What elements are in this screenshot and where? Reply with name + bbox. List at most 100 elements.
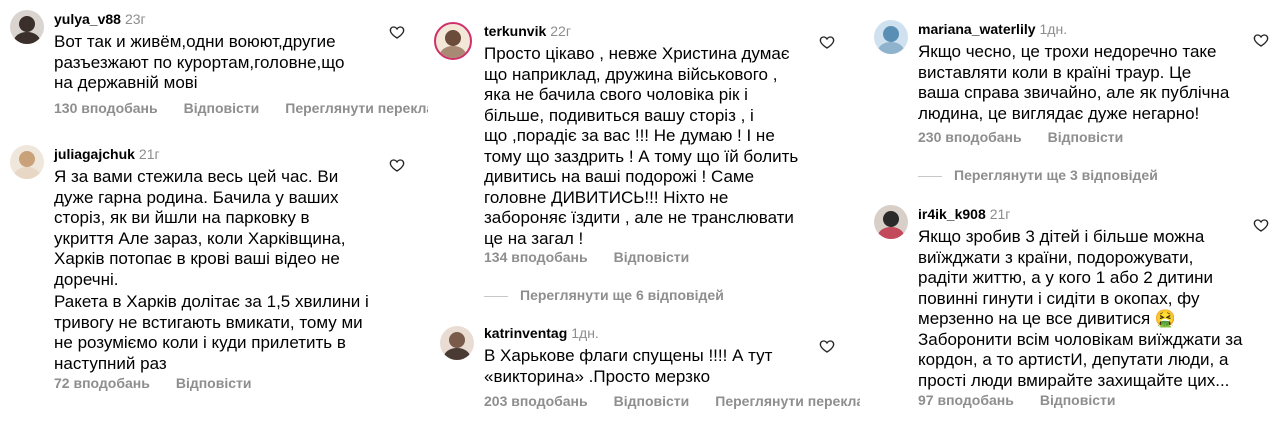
comment-line: прості люди вмирайте захищайте цих... — [918, 370, 1230, 390]
comment-line: виїжджати з країни, подорожувати, — [918, 247, 1194, 267]
comment-line: наступний раз — [54, 353, 167, 373]
comment-actions: 97 вподобань Відповісти — [918, 391, 1141, 409]
comment-text: В Харькове флаги спущены !!!! А тут «викт… — [484, 346, 772, 387]
view-replies-label[interactable]: Переглянути ще 3 відповідей — [954, 167, 1158, 183]
comments-column-3: mariana_waterlily 1дн. Якщо чесно, це тро… — [864, 0, 1280, 428]
comment-line: яка не бачила свого чоловіка рік і — [484, 85, 748, 104]
reply-button[interactable]: Відповісти — [176, 375, 252, 391]
likes-count[interactable]: 130 вподобань — [54, 100, 158, 116]
like-heart-icon[interactable] — [1253, 217, 1269, 233]
comment-line: що ,порадіє за вас !!! Не думаю ! І не — [484, 126, 775, 145]
comment-actions: 230 вподобань Відповісти — [918, 128, 1149, 146]
like-heart-icon[interactable] — [819, 338, 835, 354]
timestamp[interactable]: 21г — [139, 146, 160, 162]
comment-line: Я за вами стежила весь цей час. Ви — [54, 167, 339, 186]
username[interactable]: terkunvik — [484, 23, 546, 39]
comment-line: дуже гарна родина. Бачила у ваших — [54, 187, 339, 207]
username[interactable]: mariana_waterlily — [918, 21, 1036, 37]
likes-count[interactable]: 97 вподобань — [918, 392, 1014, 408]
timestamp[interactable]: 22г — [550, 23, 571, 39]
likes-count[interactable]: 203 вподобань — [484, 393, 588, 409]
comment-line: тривогу не встигають вмикати, тому ми — [54, 312, 363, 332]
comment-line: доречні. — [54, 269, 119, 289]
comment-line: сторіз, як ви йшли на парковку в — [54, 208, 310, 227]
comment-actions: 134 вподобань Відповісти — [484, 248, 715, 266]
username[interactable]: juliagajchuk — [54, 146, 135, 162]
likes-count[interactable]: 230 вподобань — [918, 129, 1022, 145]
avatar[interactable] — [434, 22, 472, 60]
comment-line: ваша справа звичайно, але як публічна — [918, 83, 1230, 102]
username[interactable]: katrinventag — [484, 325, 567, 341]
comment-line: тому що заздрить ! А тому що їй болить — [484, 146, 799, 166]
reply-button[interactable]: Відповісти — [614, 249, 690, 265]
like-heart-icon[interactable] — [819, 34, 835, 50]
avatar[interactable] — [874, 20, 908, 54]
comment-line: людина, це виглядає дуже негарно! — [918, 103, 1200, 123]
comment-actions: 72 вподобань Відповісти — [54, 374, 277, 392]
comment-header: terkunvik 22г — [484, 22, 571, 40]
avatar[interactable] — [10, 145, 44, 179]
like-heart-icon[interactable] — [1253, 32, 1269, 48]
reply-button[interactable]: Відповісти — [1048, 129, 1124, 145]
comment-line: Вот так и живём,одни воюют,другие — [54, 32, 336, 51]
comment-line: не розуміємо коли і куди прилетить в — [54, 333, 346, 352]
view-more-replies-button[interactable]: Переглянути ще 3 відповідей — [918, 166, 1158, 184]
see-translation-button[interactable]: Переглянути перекла — [715, 393, 860, 409]
comment-header: mariana_waterlily 1дн. — [918, 20, 1067, 38]
like-heart-icon[interactable] — [389, 157, 405, 173]
comment-actions: 203 вподобань Відповісти Переглянути перек… — [484, 392, 860, 410]
timestamp[interactable]: 1дн. — [571, 325, 599, 341]
comment-line: Просто цікаво , невже Христина думає — [484, 44, 790, 63]
comment-text: Просто цікаво , невже Христина думає що н… — [484, 44, 798, 249]
comment-line: виставляти коли в країні траур. Це — [918, 62, 1192, 82]
comment-line: що наприклад, дружина військового , — [484, 64, 778, 84]
like-heart-icon[interactable] — [389, 24, 405, 40]
comment-line: Ракета в Харків долітає за 1,5 хвилини і — [54, 292, 369, 311]
comment-line: радіти життю, а у кого 1 або 2 дитини — [918, 268, 1214, 287]
comments-column-1: yulya_v88 23г Вот так и живём,одни воюют,… — [0, 0, 428, 428]
username[interactable]: ir4ik_k908 — [918, 206, 986, 222]
comment-line: на державній мові — [54, 73, 198, 92]
timestamp[interactable]: 21г — [990, 206, 1011, 222]
comment-line: забороняє їздити , але не транслювати — [484, 208, 794, 227]
view-replies-label[interactable]: Переглянути ще 6 відповідей — [520, 287, 724, 303]
comment-line: Якщо чесно, це трохи недоречно таке — [918, 42, 1217, 61]
comment-text: Я за вами стежила весь цей час. Ви дуже г… — [54, 167, 369, 374]
comment-text: Вот так и живём,одни воюют,другие разъезж… — [54, 32, 344, 94]
replies-divider — [484, 295, 508, 297]
comment-header: yulya_v88 23г — [54, 10, 146, 28]
comment-line: головне ДИВИТИСЬ!!! Ніхто не — [484, 187, 729, 207]
comment-line: В Харькове флаги спущены !!!! А тут — [484, 346, 773, 365]
comment-header: ir4ik_k908 21г — [918, 205, 1010, 223]
comment-line: більше, подивиться вашу сторіз , і — [484, 105, 754, 125]
see-translation-button[interactable]: Переглянути перекла — [285, 100, 428, 116]
comment-line: «викторина» .Просто мерзко — [484, 366, 711, 386]
comment-line: Заборонити всім чоловікам виїжджати за — [918, 329, 1243, 349]
view-more-replies-button[interactable]: Переглянути ще 6 відповідей — [484, 286, 724, 304]
comment-line: укриття Але зараз, коли Харківщина, — [54, 228, 346, 248]
comment-line: повинні гинути і сидіти в окопах, фу — [918, 288, 1200, 308]
reply-button[interactable]: Відповісти — [614, 393, 690, 409]
avatar[interactable] — [440, 326, 474, 360]
comments-column-2: terkunvik 22г Просто цікаво , невже Христ… — [430, 0, 860, 428]
comment-text: Якщо зробив 3 дітей і більше можна виїждж… — [918, 227, 1242, 391]
reply-button[interactable]: Відповісти — [184, 100, 260, 116]
avatar[interactable] — [10, 10, 44, 44]
comment-line: дивитись на ваші подорожі ! Саме — [484, 167, 755, 186]
username[interactable]: yulya_v88 — [54, 11, 121, 27]
comment-header: katrinventag 1дн. — [484, 324, 599, 342]
comment-line: це на загал ! — [484, 228, 584, 248]
comment-header: juliagajchuk 21г — [54, 145, 160, 163]
likes-count[interactable]: 72 вподобань — [54, 375, 150, 391]
timestamp[interactable]: 1дн. — [1040, 21, 1068, 37]
comment-line: мерзенно на це все дивитися 🤮 — [918, 309, 1177, 328]
comment-line: кордон, а то артистИ, депутати люди, а — [918, 350, 1229, 369]
avatar[interactable] — [874, 205, 908, 239]
replies-divider — [918, 175, 942, 177]
comment-text: Якщо чесно, це трохи недоречно таке виста… — [918, 42, 1229, 124]
likes-count[interactable]: 134 вподобань — [484, 249, 588, 265]
timestamp[interactable]: 23г — [125, 11, 146, 27]
comment-actions: 130 вподобань Відповісти Переглянути перек… — [54, 99, 428, 117]
reply-button[interactable]: Відповісти — [1040, 392, 1116, 408]
comment-line: Харків потопає в крові ваші відео не — [54, 249, 340, 268]
